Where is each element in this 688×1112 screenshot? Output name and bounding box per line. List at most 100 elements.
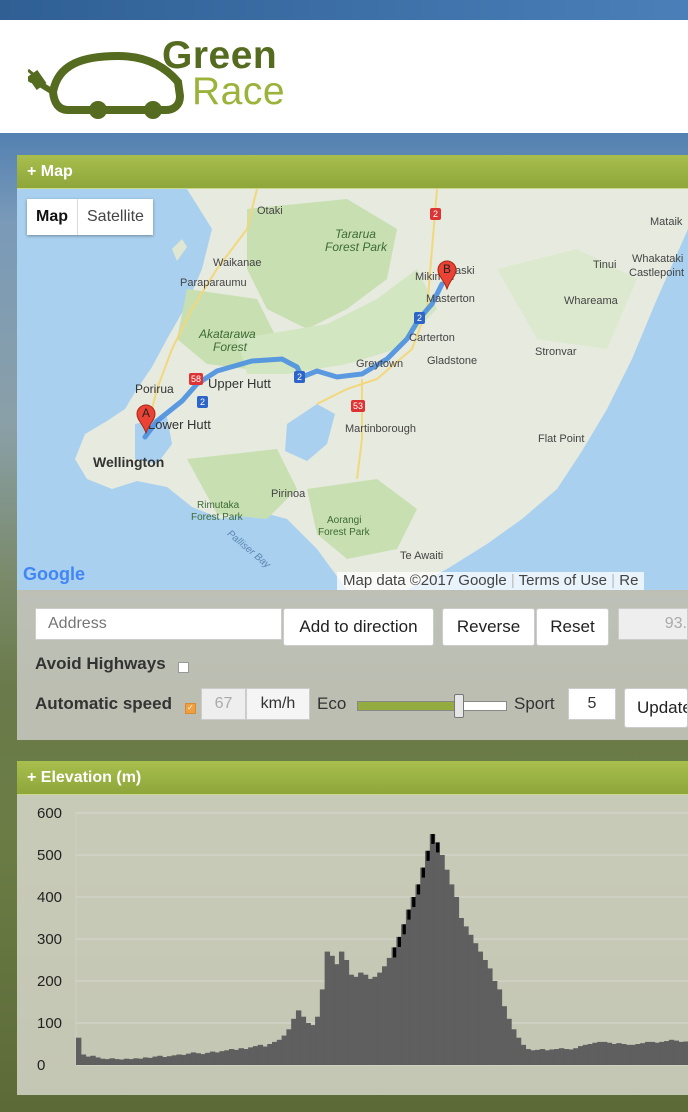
- elevation-bar[interactable]: [678, 1041, 684, 1065]
- elevation-bar[interactable]: [372, 976, 378, 1065]
- route-map[interactable]: Map Satellite Otaki Tararua Forest Park …: [17, 189, 688, 590]
- elevation-bar[interactable]: [209, 1051, 216, 1065]
- address-input[interactable]: [35, 608, 282, 640]
- satellite-view-button[interactable]: Satellite: [78, 199, 153, 235]
- elevation-bar[interactable]: [506, 1018, 512, 1065]
- map-view-button[interactable]: Map: [27, 199, 78, 235]
- elevation-bar[interactable]: [324, 951, 331, 1065]
- elevation-bar[interactable]: [214, 1052, 221, 1065]
- elevation-bar[interactable]: [405, 909, 412, 1065]
- elevation-bar[interactable]: [243, 1049, 249, 1065]
- elevation-bar[interactable]: [133, 1058, 139, 1065]
- elevation-bar[interactable]: [386, 957, 393, 1065]
- elevation-bar[interactable]: [295, 1010, 302, 1065]
- elevation-bar[interactable]: [630, 1044, 637, 1065]
- elevation-bar[interactable]: [157, 1055, 163, 1065]
- elevation-bar[interactable]: [233, 1049, 240, 1065]
- elevation-bar[interactable]: [549, 1049, 555, 1065]
- elevation-bar[interactable]: [147, 1057, 154, 1065]
- elevation-bar[interactable]: [128, 1059, 134, 1065]
- add-to-direction-button[interactable]: Add to direction: [283, 608, 434, 646]
- elevation-bar[interactable]: [205, 1052, 211, 1065]
- elevation-bar[interactable]: [601, 1041, 608, 1065]
- elevation-bar[interactable]: [104, 1059, 111, 1065]
- elevation-bar[interactable]: [276, 1039, 283, 1065]
- elevation-bar[interactable]: [535, 1049, 541, 1065]
- elevation-bar[interactable]: [429, 834, 436, 1065]
- elevation-bar[interactable]: [319, 989, 326, 1065]
- elevation-bar[interactable]: [252, 1046, 259, 1065]
- elevation-bar[interactable]: [195, 1053, 201, 1065]
- map-panel-header[interactable]: + Map: [17, 155, 688, 189]
- elevation-bar[interactable]: [114, 1059, 120, 1065]
- elevation-bar[interactable]: [171, 1055, 178, 1065]
- elevation-bar[interactable]: [468, 934, 474, 1065]
- elevation-bar[interactable]: [396, 936, 402, 1065]
- elevation-bar[interactable]: [578, 1046, 584, 1065]
- elevation-bar[interactable]: [291, 1018, 297, 1065]
- elevation-bar[interactable]: [315, 1016, 321, 1065]
- elevation-bar[interactable]: [248, 1047, 254, 1065]
- elevation-bar[interactable]: [482, 960, 488, 1065]
- elevation-bar[interactable]: [334, 964, 340, 1065]
- elevation-bar[interactable]: [382, 966, 388, 1065]
- elevation-panel-header[interactable]: + Elevation (m): [17, 761, 688, 795]
- elevation-bar[interactable]: [391, 947, 397, 1065]
- terms-of-use-link[interactable]: Terms of Use: [519, 572, 607, 589]
- elevation-bar[interactable]: [673, 1040, 680, 1065]
- elevation-bar[interactable]: [80, 1054, 87, 1066]
- speed-input[interactable]: 67: [201, 688, 246, 720]
- elevation-bar[interactable]: [138, 1058, 144, 1065]
- elevation-bar[interactable]: [640, 1043, 646, 1065]
- elevation-bar[interactable]: [463, 926, 469, 1065]
- elevation-bar[interactable]: [515, 1037, 522, 1065]
- elevation-bar[interactable]: [310, 1025, 316, 1065]
- elevation-bar[interactable]: [563, 1049, 570, 1065]
- elevation-bar[interactable]: [654, 1042, 660, 1065]
- elevation-bar[interactable]: [568, 1049, 574, 1065]
- elevation-bar[interactable]: [606, 1042, 613, 1065]
- elevation-bar[interactable]: [377, 972, 383, 1065]
- automatic-speed-checkbox[interactable]: [185, 703, 196, 714]
- elevation-bar[interactable]: [434, 842, 440, 1065]
- elevation-bar[interactable]: [668, 1039, 675, 1065]
- elevation-bar[interactable]: [520, 1044, 527, 1065]
- elevation-bar[interactable]: [224, 1050, 230, 1065]
- elevation-bar[interactable]: [152, 1056, 158, 1065]
- elevation-bar[interactable]: [109, 1058, 115, 1065]
- elevation-bar[interactable]: [558, 1048, 565, 1065]
- elevation-bar[interactable]: [142, 1057, 149, 1065]
- elevation-bar[interactable]: [267, 1044, 273, 1065]
- elevation-bar[interactable]: [491, 981, 498, 1065]
- elevation-bar[interactable]: [176, 1054, 182, 1066]
- elevation-bar[interactable]: [453, 897, 460, 1065]
- elevation-bar[interactable]: [439, 855, 445, 1065]
- elevation-bar[interactable]: [525, 1049, 531, 1065]
- elevation-bar[interactable]: [501, 1006, 507, 1065]
- elevation-bar[interactable]: [286, 1029, 292, 1065]
- elevation-bar[interactable]: [90, 1055, 96, 1065]
- elevation-bar[interactable]: [587, 1044, 593, 1065]
- elevation-bar[interactable]: [621, 1044, 627, 1065]
- elevation-bar[interactable]: [262, 1046, 268, 1065]
- elevation-bar[interactable]: [592, 1042, 598, 1065]
- elevation-bar[interactable]: [99, 1058, 106, 1065]
- elevation-bar[interactable]: [458, 918, 464, 1065]
- elevation-bar[interactable]: [448, 884, 455, 1065]
- green-race-logo[interactable]: Green Race: [28, 34, 298, 124]
- elevation-bar[interactable]: [190, 1052, 197, 1065]
- update-button[interactable]: Update: [624, 688, 688, 728]
- elevation-bar[interactable]: [401, 924, 407, 1065]
- elevation-bar[interactable]: [415, 884, 421, 1065]
- elevation-bar[interactable]: [219, 1051, 225, 1065]
- elevation-bar[interactable]: [166, 1056, 173, 1065]
- elevation-bar[interactable]: [664, 1041, 670, 1065]
- elevation-bar[interactable]: [582, 1044, 589, 1065]
- elevation-bar[interactable]: [573, 1048, 579, 1065]
- elevation-bar[interactable]: [410, 897, 417, 1065]
- elevation-bar[interactable]: [444, 869, 450, 1065]
- elevation-bar[interactable]: [358, 972, 364, 1065]
- elevation-bar[interactable]: [635, 1044, 641, 1065]
- elevation-bar[interactable]: [338, 951, 345, 1065]
- elevation-bar[interactable]: [119, 1059, 125, 1065]
